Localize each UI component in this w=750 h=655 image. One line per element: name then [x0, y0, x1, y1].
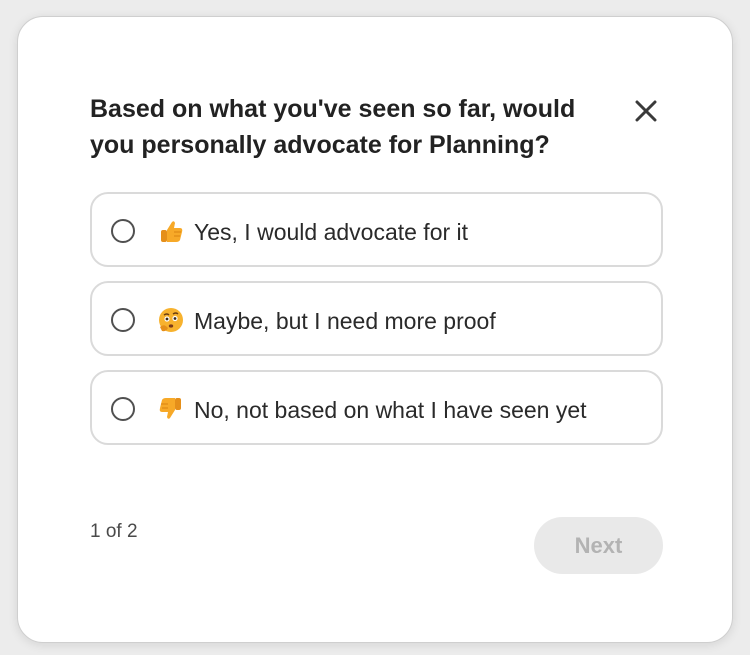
- answer-options: Yes, I would advocate for it Maybe, but …: [90, 192, 663, 459]
- option-maybe[interactable]: Maybe, but I need more proof: [90, 281, 663, 356]
- next-button[interactable]: Next: [534, 517, 663, 574]
- radio-button[interactable]: [111, 219, 135, 243]
- close-button[interactable]: [630, 95, 662, 127]
- close-icon: [630, 95, 662, 127]
- option-label: Yes, I would advocate for it: [194, 219, 469, 245]
- radio-button[interactable]: [111, 308, 135, 332]
- option-no[interactable]: No, not based on what I have seen yet: [90, 370, 663, 445]
- thumbs-down-icon: [158, 396, 184, 422]
- option-label: No, not based on what I have seen yet: [194, 397, 587, 423]
- option-yes[interactable]: Yes, I would advocate for it: [90, 192, 663, 267]
- survey-dialog: Based on what you've seen so far, would …: [17, 16, 733, 643]
- option-label: Maybe, but I need more proof: [194, 308, 496, 334]
- survey-question: Based on what you've seen so far, would …: [90, 95, 576, 159]
- thumbs-up-icon: [158, 218, 184, 244]
- radio-button[interactable]: [111, 397, 135, 421]
- step-indicator: 1 of 2: [90, 521, 138, 542]
- thinking-face-icon: [158, 307, 184, 333]
